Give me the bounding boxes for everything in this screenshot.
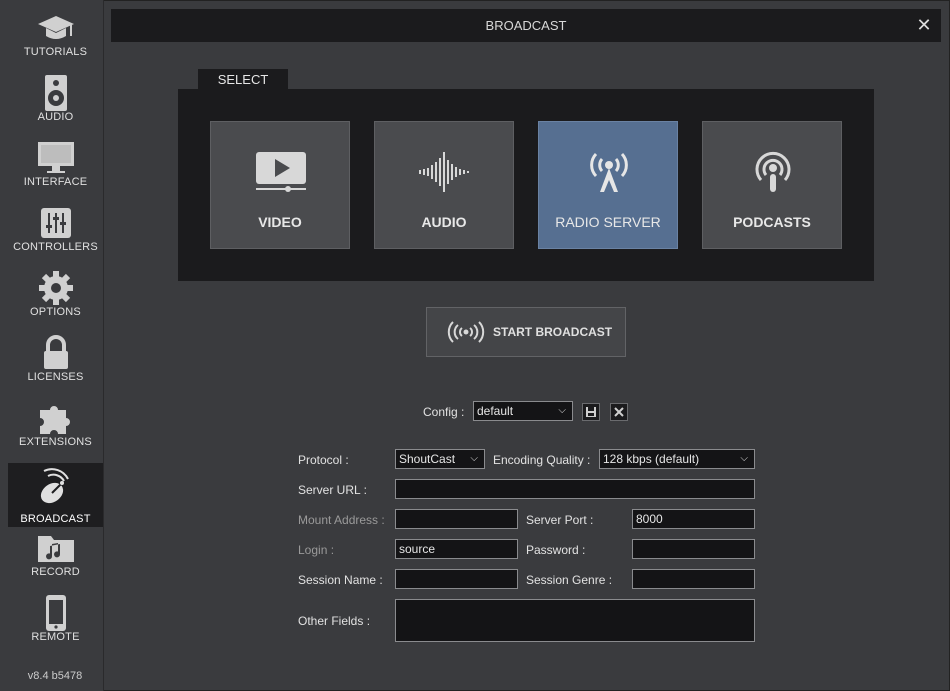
sliders-icon [41,208,71,238]
waveform-icon [419,152,469,192]
protocol-label: Protocol : [298,453,349,467]
sidebar-item-label: AUDIO [37,111,74,123]
session-genre-label: Session Genre : [526,573,613,587]
sidebar-item-audio[interactable]: AUDIO [8,67,103,131]
podcast-icon [755,151,791,192]
card-label: AUDIO [421,214,467,230]
delete-config-button[interactable] [610,403,628,421]
sidebar-item-tutorials[interactable]: TUTORIALS [8,2,103,66]
version-label: v8.4 b5478 [27,670,83,682]
chevron-down-icon: ⌵ [558,405,566,416]
server-port-label: Server Port : [526,513,594,527]
card-radio-server[interactable]: RADIO SERVER [538,121,678,249]
close-icon [614,407,624,417]
sidebar-item-label: LICENSES [27,371,84,383]
mount-address-label: Mount Address : [298,513,385,527]
monitor-icon [38,142,74,173]
password-label: Password : [526,543,586,557]
window-title: BROADCAST [485,18,567,33]
sidebar-item-controllers[interactable]: CONTROLLERS [8,197,103,261]
mount-address-input[interactable] [395,509,518,529]
server-url-label: Server URL : [298,483,367,497]
broadcast-waves-icon [447,321,485,343]
card-label: VIDEO [258,214,302,230]
chevron-down-icon: ⌵ [470,453,478,464]
other-fields-textarea[interactable] [395,599,755,642]
lock-icon [44,335,68,369]
sidebar-item-label: CONTROLLERS [13,241,98,253]
sidebar: TUTORIALS AUDIO INTERFACE CONTROLLERS OP… [0,0,104,691]
card-video[interactable]: VIDEO [210,121,350,249]
gear-icon [39,271,73,305]
start-broadcast-button[interactable]: START BROADCAST [426,307,626,357]
music-folder-icon [38,536,74,562]
speaker-icon [45,75,67,111]
video-play-icon [256,152,306,192]
sidebar-item-label: INTERFACE [23,176,88,188]
floppy-icon [586,407,596,417]
chevron-down-icon: ⌵ [740,453,748,464]
session-name-label: Session Name : [298,573,383,587]
puzzle-icon [40,406,70,434]
config-dropdown[interactable]: default ⌵ [473,401,573,421]
login-input[interactable]: source [395,539,518,559]
sidebar-item-licenses[interactable]: LICENSES [8,327,103,391]
save-config-button[interactable] [582,403,600,421]
login-label: Login : [298,543,335,557]
close-icon[interactable]: ✕ [915,16,933,34]
quality-label: Encoding Quality : [493,453,591,467]
sidebar-item-label: REMOTE [31,631,80,643]
sidebar-item-label: OPTIONS [30,306,81,318]
sidebar-item-label: TUTORIALS [23,46,88,58]
password-input[interactable] [632,539,755,559]
radio-tower-icon [590,152,628,192]
sidebar-item-label: RECORD [31,566,80,578]
quality-dropdown[interactable]: 128 kbps (default) ⌵ [599,449,755,469]
sidebar-item-extensions[interactable]: EXTENSIONS [8,392,103,456]
protocol-dropdown[interactable]: ShoutCast ⌵ [395,449,485,469]
server-url-input[interactable] [395,479,755,499]
quality-value: 128 kbps (default) [603,452,700,466]
sidebar-item-label: EXTENSIONS [19,436,92,448]
sidebar-item-interface[interactable]: INTERFACE [8,132,103,196]
card-label: RADIO SERVER [555,214,661,230]
graduation-cap-icon [38,16,74,39]
phone-icon [46,595,66,631]
title-bar: BROADCAST ✕ [111,9,941,42]
protocol-value: ShoutCast [399,452,456,466]
select-tab: SELECT [198,69,288,90]
server-port-input[interactable]: 8000 [632,509,755,529]
config-label: Config : [423,405,465,419]
sidebar-item-options[interactable]: OPTIONS [8,262,103,326]
card-podcasts[interactable]: PODCASTS [702,121,842,249]
sidebar-item-broadcast[interactable]: BROADCAST [8,463,103,527]
start-broadcast-label: START BROADCAST [493,325,613,339]
sidebar-item-record[interactable]: RECORD [8,522,103,586]
session-name-input[interactable] [395,569,518,589]
card-audio[interactable]: AUDIO [374,121,514,249]
satellite-dish-icon [40,468,69,504]
config-value: default [477,404,514,418]
sidebar-item-remote[interactable]: REMOTE [8,587,103,651]
session-genre-input[interactable] [632,569,755,589]
card-label: PODCASTS [733,214,811,230]
other-fields-label: Other Fields : [298,614,371,628]
